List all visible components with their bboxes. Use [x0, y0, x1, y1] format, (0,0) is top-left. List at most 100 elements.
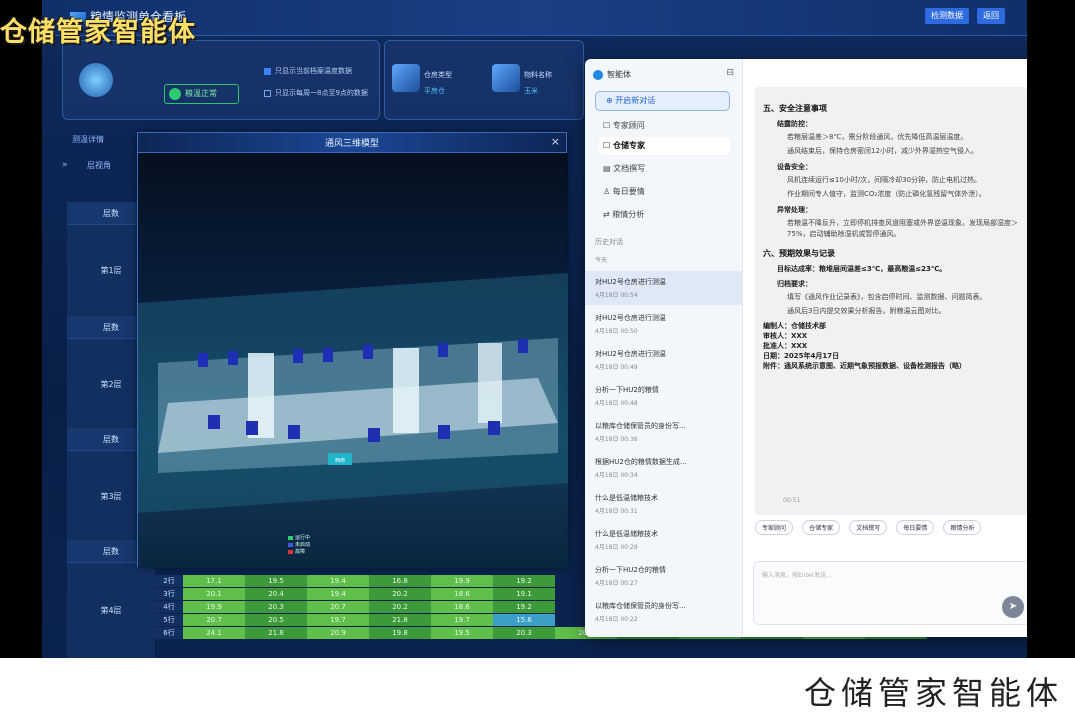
scene-legend: 运行中 未启动 故障	[288, 535, 310, 556]
detail-tabs: 测温详情	[72, 134, 104, 145]
grid-cell: 21.8	[245, 627, 307, 639]
chip-expert-advisor[interactable]: 专家顾问	[755, 520, 794, 535]
grid-cell: 19.4	[307, 588, 369, 600]
check-weekly[interactable]: 只显示每周一8点至9点的数据	[264, 88, 368, 98]
grid-cell: 19.2	[493, 601, 555, 613]
ventilation-3d-modal: 通风三维模型 × 西南 运行中 未启动 故障	[137, 132, 568, 568]
modal-header: 通风三维模型 ×	[138, 133, 566, 153]
grid-cell: 19.8	[369, 627, 431, 639]
history-item[interactable]: 什么是低温储粮技术 4月18日 00:31	[585, 487, 742, 521]
grid-cell: 20.3	[493, 627, 555, 639]
grid-row-label: 5行	[155, 614, 183, 626]
history-item[interactable]: 对HU2号仓房进行测温 4月18日 00:54	[585, 271, 742, 305]
grid-cell: 21.8	[369, 614, 431, 626]
expand-icon[interactable]: »	[62, 160, 68, 170]
chat-main: × 五、安全注意事项 结露防控： 若粮层温差＞8℃，需分阶段通风，优先降低高温层…	[743, 59, 1027, 637]
warehouse-type: 仓房类型 平房仓	[424, 71, 452, 95]
grid-cell: 19.7	[431, 614, 493, 626]
grid-cell: 19.1	[493, 588, 555, 600]
history-item[interactable]: 分析一下HU2仓的粮情 4月18日 00:27	[585, 559, 742, 593]
history-item[interactable]: 分析一下HU2的粮情 4月18日 00:48	[585, 379, 742, 413]
history-item[interactable]: 对HU2号仓房进行测温 4月18日 00:49	[585, 343, 742, 377]
input-placeholder: 输入消息，按Enter发送...	[762, 572, 832, 579]
warehouse-3d-model: 西南	[138, 273, 568, 513]
tab-temp-detail[interactable]: 测温详情	[72, 135, 104, 144]
grid-cell: 20.5	[245, 614, 307, 626]
grid-cell: 15.6	[493, 614, 555, 626]
back-button[interactable]: 返回	[977, 8, 1005, 24]
grid-row-label: 4行	[155, 601, 183, 613]
status-dot-icon	[169, 88, 181, 100]
video-caption: 仓储管家智能体	[803, 674, 1063, 712]
detect-data-button[interactable]: 检测数据	[925, 8, 969, 24]
checkbox-icon[interactable]	[264, 67, 271, 75]
history-item[interactable]: 什么是低温储粮技术 4月18日 00:29	[585, 523, 742, 557]
layer-4: 第4层	[67, 562, 155, 658]
grid-cell: 20.2	[369, 601, 431, 613]
send-icon[interactable]: ➤	[1002, 596, 1024, 618]
menu-grain-analysis[interactable]: ⇄ 粮情分析	[599, 206, 730, 224]
modal-title: 通风三维模型	[324, 139, 379, 149]
material-icon	[492, 64, 520, 92]
tab-layer-view[interactable]: 层视角	[87, 160, 111, 171]
video-frame: 粮情监测单仓看板 检测数据 返回 粮温正常 只显示当前档案温度数据 只显示每周一…	[0, 0, 1075, 658]
material-name: 物料名称 玉米	[524, 71, 552, 95]
grid-cell: 19.4	[307, 575, 369, 587]
grid-cell: 24.1	[183, 627, 245, 639]
3d-scene[interactable]: 西南 运行中 未启动 故障	[138, 153, 568, 568]
menu-daily-news[interactable]: ♙ 每日要情	[599, 183, 730, 201]
warehouse-type-icon	[392, 64, 420, 92]
grid-cell: 19.9	[431, 575, 493, 587]
message-time: 00:51	[783, 497, 801, 504]
grid-cell: 19.7	[307, 614, 369, 626]
chip-daily-news[interactable]: 每日要情	[896, 520, 935, 535]
menu-expert-advisor[interactable]: ☐ 专家顾问	[599, 117, 730, 135]
sidebar-toggle-icon[interactable]: ⊟	[726, 68, 734, 78]
check-current-temp[interactable]: 只显示当前档案温度数据	[264, 66, 352, 76]
dashboard-screen: 粮情监测单仓看板 检测数据 返回 粮温正常 只显示当前档案温度数据 只显示每周一…	[42, 0, 1027, 658]
agent-response: 五、安全注意事项 结露防控： 若粮层温差＞8℃，需分阶段通风，优先降低高温层温度…	[755, 87, 1027, 515]
chip-grain-analysis[interactable]: 粮情分析	[943, 520, 982, 535]
grid-cell: 20.9	[307, 627, 369, 639]
agent-logo-icon	[593, 69, 603, 80]
grid-row-label: 3行	[155, 588, 183, 600]
history-item[interactable]: 以粮库仓储保管员的身份写... 4月18日 00:36	[585, 415, 742, 449]
status-badge: 粮温正常	[164, 84, 239, 104]
grid-cell: 16.8	[369, 575, 431, 587]
grid-cell: 20.3	[245, 601, 307, 613]
grid-cell: 20.1	[183, 588, 245, 600]
checkbox-icon[interactable]	[264, 89, 271, 97]
grid-row-label: 2行	[155, 575, 183, 587]
chat-sidebar: 智能体 ⊟ ⊕ 开启新对话 ☐ 专家顾问 ☐ 仓储专家 ▤ 文档撰写 ♙ 每日要…	[585, 59, 743, 637]
modal-close-icon[interactable]: ×	[551, 135, 560, 148]
grid-row-label: 6行	[155, 627, 183, 639]
quick-chips: 专家顾问 仓储专家 文档撰写 每日要情 粮情分析	[755, 515, 1027, 541]
grid-cell: 18.6	[431, 601, 493, 613]
new-chat-button[interactable]: ⊕ 开启新对话	[595, 91, 730, 111]
today-label: 今天	[595, 257, 608, 264]
grid-cell: 19.9	[183, 601, 245, 613]
grid-cell: 19.5	[431, 627, 493, 639]
grid-cell: 17.1	[183, 575, 245, 587]
chat-close-icon[interactable]: ×	[1026, 67, 1027, 78]
history-item[interactable]: 以粮库仓储保管员的身份写... 4月18日 00:22	[585, 595, 742, 629]
grid-cell: 20.4	[245, 588, 307, 600]
silo-icon	[79, 63, 113, 97]
chip-doc-writing[interactable]: 文档撰写	[849, 520, 888, 535]
history-item[interactable]: 对HU2号仓房进行测温 4月18日 00:50	[585, 307, 742, 341]
grid-cell: 20.7	[183, 614, 245, 626]
history-label: 历史对话	[595, 238, 623, 246]
history-item[interactable]: 根据HU2仓的粮情数据生成... 4月18日 00:34	[585, 451, 742, 485]
overlay-title: 仓储管家智能体	[0, 17, 196, 48]
agent-chat-window: 智能体 ⊟ ⊕ 开启新对话 ☐ 专家顾问 ☐ 仓储专家 ▤ 文档撰写 ♙ 每日要…	[585, 59, 1027, 637]
menu-doc-writing[interactable]: ▤ 文档撰写	[599, 160, 730, 178]
scene-sign: 西南	[335, 457, 345, 464]
grid-cell: 18.6	[431, 588, 493, 600]
chip-storage-expert[interactable]: 仓储专家	[802, 520, 841, 535]
grid-cell: 19.2	[493, 575, 555, 587]
menu-storage-expert[interactable]: ☐ 仓储专家	[599, 137, 730, 155]
message-input[interactable]: 输入消息，按Enter发送... ➤	[753, 561, 1027, 625]
grid-cell: 20.2	[369, 588, 431, 600]
grid-cell: 20.7	[307, 601, 369, 613]
grid-cell: 19.5	[245, 575, 307, 587]
